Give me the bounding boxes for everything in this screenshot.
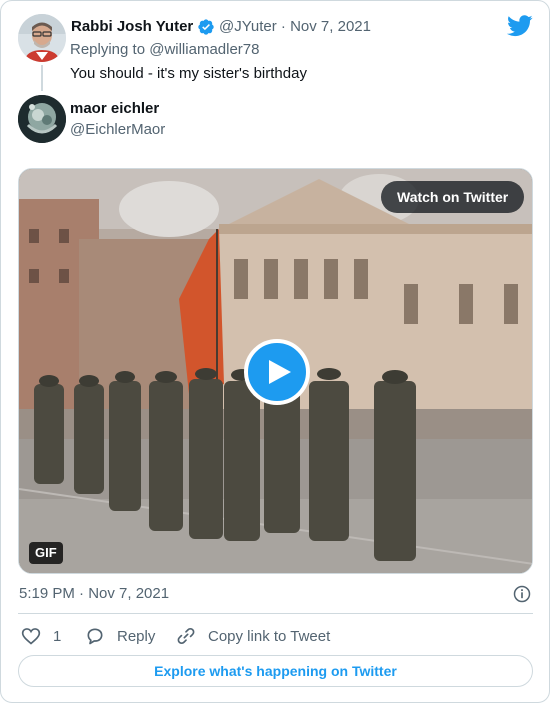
parent-author-name[interactable]: Rabbi Josh Yuter <box>71 18 193 35</box>
info-icon[interactable] <box>512 584 532 604</box>
thread-connector-line <box>41 65 43 91</box>
watch-on-twitter-button[interactable]: Watch on Twitter <box>381 181 525 213</box>
copy-link-label: Copy link to Tweet <box>208 627 331 645</box>
verified-badge-icon <box>198 19 214 35</box>
twitter-bird-icon[interactable] <box>507 15 533 37</box>
link-icon <box>177 627 195 645</box>
divider <box>18 613 533 614</box>
heart-icon <box>21 628 41 645</box>
parent-tweet-text: You should - it's my sister's birthday <box>70 65 307 82</box>
play-button[interactable] <box>244 339 310 405</box>
tweet-timestamp[interactable]: 5:19 PM · Nov 7, 2021 <box>19 585 169 602</box>
replying-to-text[interactable]: Replying to @williamadler78 <box>70 41 259 58</box>
gif-badge: GIF <box>29 542 63 564</box>
parent-author-avatar[interactable] <box>18 14 66 62</box>
media-player[interactable]: Watch on Twitter GIF <box>18 168 533 574</box>
reply-label: Reply <box>117 627 156 645</box>
author-handle[interactable]: @EichlerMaor <box>70 121 165 138</box>
like-count: 1 <box>53 627 62 645</box>
like-button[interactable]: 1 <box>21 625 61 647</box>
tweet-embed-card: Rabbi Josh Yuter @JYuter · Nov 7, 2021 R… <box>0 0 550 703</box>
copy-link-button[interactable]: Copy link to Tweet <box>176 625 330 647</box>
author-name[interactable]: maor eichler <box>70 100 159 117</box>
reply-icon <box>87 628 103 645</box>
explore-twitter-button[interactable]: Explore what's happening on Twitter <box>18 655 533 687</box>
play-icon <box>269 360 291 384</box>
parent-handle-date[interactable]: @JYuter · Nov 7, 2021 <box>219 18 371 35</box>
reply-button[interactable]: Reply <box>85 625 155 647</box>
author-avatar[interactable] <box>18 95 66 143</box>
